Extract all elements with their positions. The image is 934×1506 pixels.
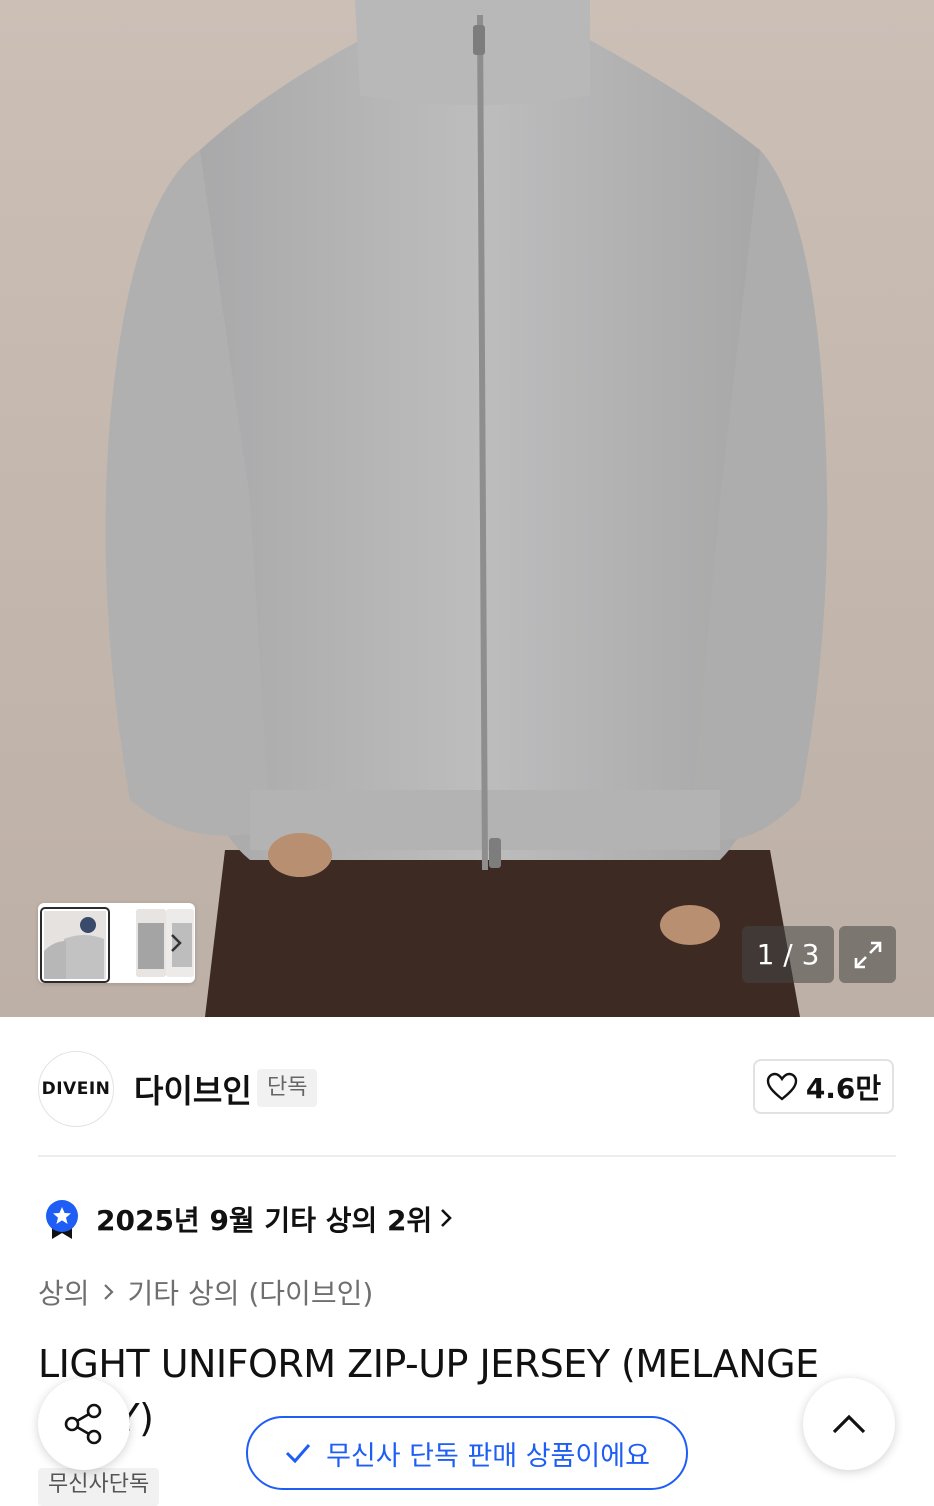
chevron-up-icon	[832, 1414, 866, 1434]
like-count: 4.6만	[805, 1071, 882, 1105]
chevron-right-icon	[103, 1284, 114, 1300]
expand-icon	[854, 941, 882, 969]
check-icon	[286, 1444, 311, 1464]
brand-logo[interactable]: DIVEIN	[38, 1051, 114, 1127]
exclusive-notice-pill[interactable]: 무신사 단독 판매 상품이에요	[246, 1416, 688, 1490]
image-counter: 1 / 3	[742, 926, 834, 983]
chevron-right-icon[interactable]	[438, 1207, 454, 1229]
ranking-text[interactable]: 2025년 9월 기타 상의 2위	[96, 1199, 432, 1239]
share-icon	[64, 1403, 102, 1445]
exclusive-tag: 무신사단독	[38, 1468, 160, 1506]
breadcrumb-item-subcategory[interactable]: 기타 상의 (다이브인)	[128, 1272, 374, 1312]
chevron-right-icon[interactable]	[168, 933, 184, 953]
thumbnail-2[interactable]	[136, 909, 166, 977]
share-button[interactable]	[38, 1378, 130, 1470]
divider	[38, 1155, 896, 1157]
brand-name[interactable]: 다이브인	[134, 1066, 252, 1112]
thumbnail-image	[136, 909, 166, 977]
exclusive-notice-text: 무신사 단독 판매 상품이에요	[326, 1440, 650, 1472]
heart-icon	[766, 1072, 798, 1101]
thumbnail-1[interactable]	[40, 907, 110, 983]
product-photo	[0, 0, 934, 1017]
expand-button[interactable]	[839, 926, 896, 983]
ranking-badge-icon	[46, 1200, 78, 1239]
like-button[interactable]: 4.6만	[753, 1059, 894, 1114]
breadcrumb-item-category[interactable]: 상의	[38, 1272, 90, 1312]
breadcrumb: 상의 기타 상의 (다이브인)	[38, 1272, 373, 1312]
thumbnail-image	[44, 911, 106, 979]
product-image-gallery[interactable]: 1 / 3	[0, 0, 934, 1017]
scroll-to-top-button[interactable]	[803, 1378, 895, 1470]
exclusive-badge: 단독	[257, 1069, 318, 1107]
